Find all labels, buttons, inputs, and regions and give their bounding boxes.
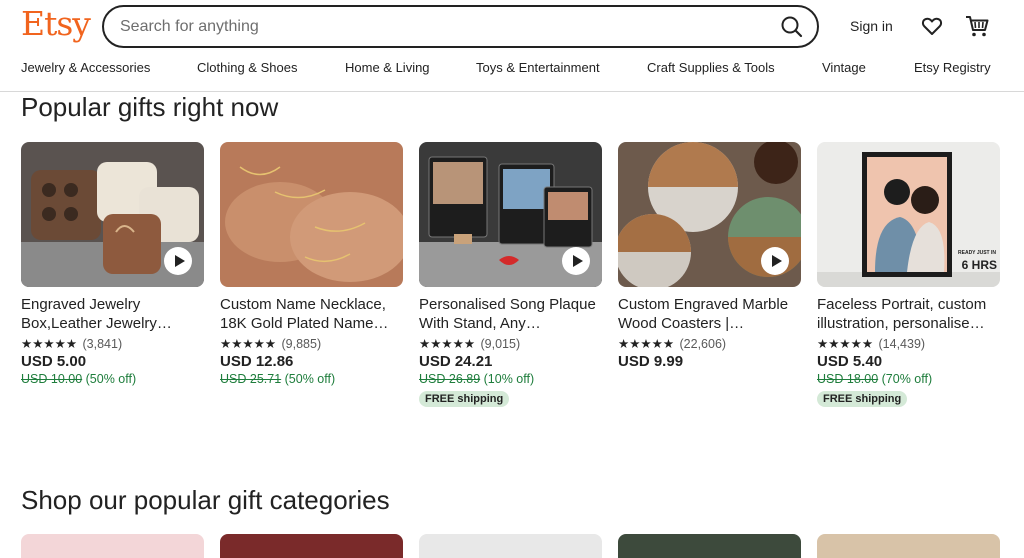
review-count: (22,606) [679, 337, 727, 351]
product-image[interactable] [419, 142, 602, 287]
play-video-icon[interactable] [761, 247, 789, 275]
section-title-gift-categories: Shop our popular gift categories [21, 485, 390, 515]
product-card[interactable]: READY JUST IN 6 HRS Faceless Portrait, c… [817, 142, 1000, 407]
review-count: (9,015) [480, 337, 521, 351]
product-card[interactable]: Engraved Jewelry Box,Leather Jewelry… ★★… [21, 142, 204, 386]
stars-icon: ★★★★★ [220, 337, 277, 351]
portrait-banner-text: READY JUST IN [958, 250, 996, 256]
gift-category-tile[interactable] [220, 534, 403, 558]
free-shipping-badge: FREE shipping [419, 391, 510, 407]
category-nav: Jewelry & Accessories Clothing & Shoes H… [0, 60, 1024, 80]
review-count: (3,841) [82, 337, 123, 351]
gift-category-tile[interactable] [21, 534, 204, 558]
discount-label: (50% off) [284, 372, 336, 386]
sign-in-link[interactable]: Sign in [850, 18, 893, 34]
product-image[interactable] [21, 142, 204, 287]
heart-icon[interactable] [920, 14, 944, 38]
play-video-icon[interactable] [164, 247, 192, 275]
product-rating: ★★★★★ (9,885) [220, 336, 403, 351]
product-price: USD 24.21 [419, 353, 493, 370]
product-title[interactable]: Custom Engraved Marble Wood Coasters |… [618, 295, 801, 333]
search-input[interactable] [120, 16, 760, 38]
gift-category-tile[interactable] [618, 534, 801, 558]
stars-icon: ★★★★★ [817, 337, 874, 351]
product-price: USD 5.00 [21, 353, 87, 370]
product-title[interactable]: Custom Name Necklace, 18K Gold Plated Na… [220, 295, 403, 333]
search-icon[interactable] [779, 14, 805, 40]
nav-craft-supplies-tools[interactable]: Craft Supplies & Tools [647, 60, 775, 75]
nav-toys-entertainment[interactable]: Toys & Entertainment [476, 60, 600, 75]
stars-icon: ★★★★★ [21, 337, 78, 351]
product-original-price: USD 10.00 (50% off) [21, 372, 137, 386]
nav-jewelry-accessories[interactable]: Jewelry & Accessories [21, 60, 150, 75]
product-price: USD 9.99 [618, 353, 684, 370]
product-title[interactable]: Personalised Song Plaque With Stand, Any… [419, 295, 602, 333]
review-count: (14,439) [878, 337, 926, 351]
etsy-logo[interactable]: Etsy [21, 4, 91, 43]
discount-label: (70% off) [881, 372, 933, 386]
product-rating: ★★★★★ (22,606) [618, 336, 801, 351]
site-header: Etsy Sign in Jewelry & Accessories Cloth… [0, 0, 1024, 92]
product-rating: ★★★★★ (14,439) [817, 336, 1000, 351]
product-image[interactable] [220, 142, 403, 287]
nav-etsy-registry[interactable]: Etsy Registry [914, 60, 991, 75]
product-card[interactable]: Custom Engraved Marble Wood Coasters |… … [618, 142, 801, 370]
product-price: USD 5.40 [817, 353, 883, 370]
discount-label: (50% off) [85, 372, 137, 386]
gift-category-tile[interactable] [817, 534, 1000, 558]
product-title[interactable]: Faceless Portrait, custom illustration, … [817, 295, 1000, 333]
product-title[interactable]: Engraved Jewelry Box,Leather Jewelry… [21, 295, 204, 333]
free-shipping-badge: FREE shipping [817, 391, 908, 407]
gift-category-tile[interactable] [419, 534, 602, 558]
nav-vintage[interactable]: Vintage [822, 60, 866, 75]
product-original-price: USD 26.89 (10% off) [419, 372, 535, 386]
section-title-popular-gifts: Popular gifts right now [21, 92, 279, 122]
product-original-price: USD 25.71 (50% off) [220, 372, 336, 386]
nav-clothing-shoes[interactable]: Clothing & Shoes [197, 60, 297, 75]
stars-icon: ★★★★★ [618, 337, 675, 351]
product-card[interactable]: Custom Name Necklace, 18K Gold Plated Na… [220, 142, 403, 386]
nav-home-living[interactable]: Home & Living [345, 60, 430, 75]
product-image[interactable] [618, 142, 801, 287]
product-original-price: USD 18.00 (70% off) [817, 372, 933, 386]
portrait-hours-text: 6 HRS [961, 258, 997, 272]
product-rating: ★★★★★ (9,015) [419, 336, 602, 351]
product-card[interactable]: Personalised Song Plaque With Stand, Any… [419, 142, 602, 407]
product-price: USD 12.86 [220, 353, 294, 370]
product-image[interactable]: READY JUST IN 6 HRS [817, 142, 1000, 287]
play-video-icon[interactable] [562, 247, 590, 275]
cart-icon[interactable] [964, 13, 990, 39]
stars-icon: ★★★★★ [419, 337, 476, 351]
search-bar[interactable] [102, 5, 819, 48]
discount-label: (10% off) [483, 372, 535, 386]
product-rating: ★★★★★ (3,841) [21, 336, 204, 351]
review-count: (9,885) [281, 337, 322, 351]
